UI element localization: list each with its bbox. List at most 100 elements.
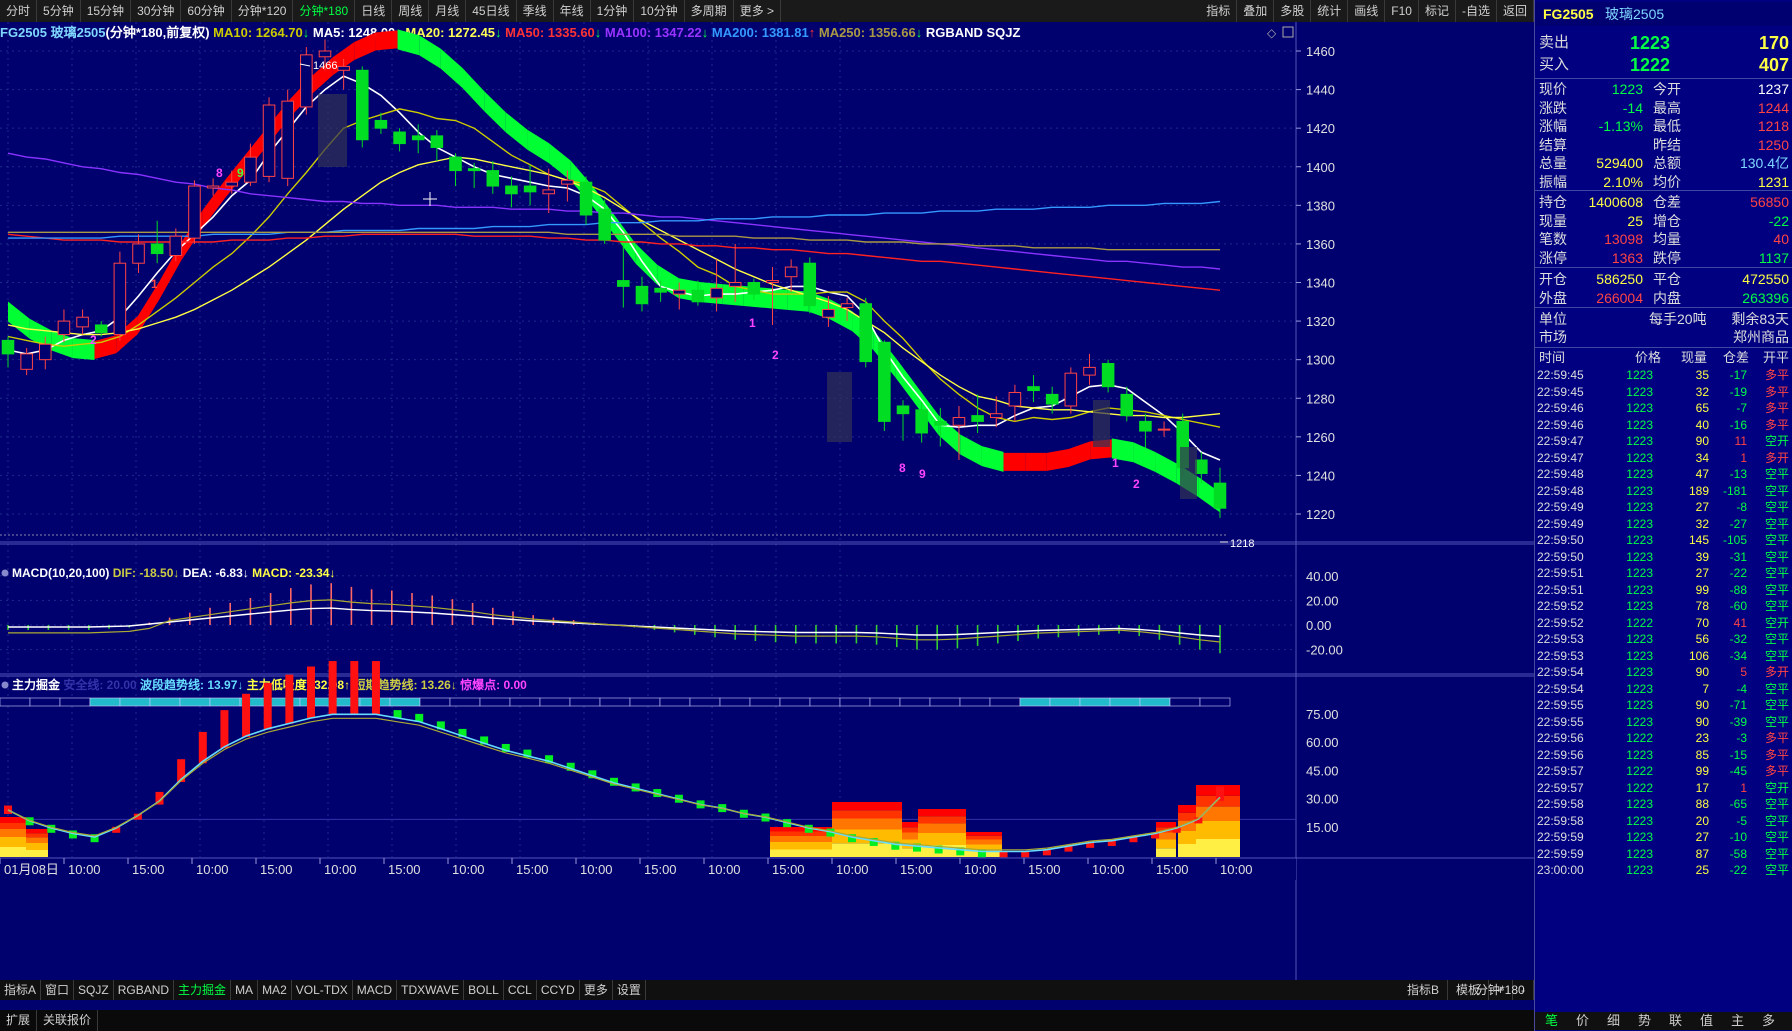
- ext-tab[interactable]: 关联报价: [37, 1010, 99, 1031]
- indicator-tab[interactable]: RGBAND: [114, 980, 175, 1000]
- indicator-tab[interactable]: 主力掘金: [174, 980, 232, 1000]
- candle-body: [505, 185, 518, 195]
- period-tab[interactable]: 季线: [517, 0, 554, 22]
- period-tab[interactable]: 分钟*180: [293, 0, 356, 22]
- period-tab[interactable]: 年线: [554, 0, 591, 22]
- indicator-tab[interactable]: CCL: [504, 980, 537, 1000]
- tick-cell: 1223: [1626, 368, 1653, 382]
- period-tab[interactable]: 60分钟: [181, 0, 232, 22]
- tick-cell: 189: [1688, 483, 1709, 498]
- tick-cell: 22:59:50: [1537, 533, 1584, 547]
- tick-cell: 空平: [1764, 500, 1789, 514]
- signal-cell: [629, 697, 661, 707]
- tick-cell: 22:59:53: [1537, 648, 1584, 663]
- tick-cell: 1223: [1626, 533, 1653, 547]
- tick-cell: 1223: [1626, 516, 1653, 531]
- tick-row: 22:59:58 1223 20 -5 空平: [1535, 813, 1792, 830]
- price-tick: 1340: [1306, 276, 1335, 291]
- panel-foot-tab[interactable]: 笔: [1545, 1012, 1558, 1030]
- tick-cell: -15: [1729, 747, 1747, 762]
- tick-cell: -27: [1729, 516, 1747, 531]
- period-tab[interactable]: 5分钟: [37, 0, 81, 22]
- period-tab[interactable]: 更多 >: [734, 0, 782, 22]
- remain-days: 剩余83天: [1731, 311, 1789, 327]
- kline-chart[interactable]: FG2505 玻璃2505(分钟*180,前复权) MA10: 1264.70↓…: [0, 22, 1534, 980]
- candle-body: [579, 181, 593, 216]
- indicator-tab-right[interactable]: 指标B: [1399, 980, 1448, 1000]
- candle-body: [728, 282, 742, 287]
- pos-label: 现量: [1539, 212, 1567, 229]
- candle-body: [225, 181, 239, 187]
- toolbar-button[interactable]: 画线: [1348, 0, 1386, 22]
- tick-cell: 空平: [1764, 863, 1789, 877]
- tick-cell: 1223: [1626, 714, 1653, 729]
- ext-tab[interactable]: 扩展: [0, 1010, 38, 1031]
- toolbar-button[interactable]: -自选: [1456, 0, 1497, 22]
- zljj-bar: [328, 661, 337, 715]
- tick-cell: 空平: [1764, 483, 1789, 498]
- tick-cell: 70: [1695, 615, 1709, 630]
- panel-foot-tab[interactable]: 值: [1700, 1012, 1713, 1030]
- panel-foot-tab[interactable]: 势: [1638, 1012, 1651, 1030]
- ma-arrow: ↑: [809, 25, 819, 40]
- period-tab[interactable]: 10分钟: [634, 0, 685, 22]
- candle-body: [150, 243, 164, 255]
- tick-cell: 65: [1695, 401, 1709, 415]
- indicator-tab[interactable]: 更多: [580, 980, 613, 1000]
- indicator-tab[interactable]: MACD: [353, 980, 398, 1000]
- tick-cell: -17: [1729, 368, 1747, 382]
- tick-header: 价格: [1635, 350, 1662, 365]
- panel-foot-tab[interactable]: 价: [1576, 1012, 1589, 1030]
- period-tab[interactable]: 日线: [355, 0, 393, 22]
- signal-cell: [389, 697, 421, 707]
- indicator-tab[interactable]: 窗口: [41, 980, 75, 1000]
- panel-title[interactable]: FG2505 玻璃2505: [1535, 2, 1792, 26]
- panel-foot-tab[interactable]: 联: [1669, 1012, 1682, 1030]
- indicator-tab[interactable]: CCYD: [537, 980, 580, 1000]
- panel-foot-tab[interactable]: 多: [1762, 1012, 1775, 1030]
- indicator-tab[interactable]: 设置: [613, 980, 646, 1000]
- divider: [1535, 190, 1792, 191]
- low-annotation: 1218: [1230, 538, 1254, 550]
- toolbar-button[interactable]: 多股: [1274, 0, 1312, 22]
- pyramid-block: [770, 831, 832, 836]
- quote-row: 笔数 13098 均量 40: [1535, 230, 1792, 248]
- signal-cell: [899, 697, 931, 707]
- indicator-tab[interactable]: BOLL: [464, 980, 504, 1000]
- tick-cell: -13: [1729, 467, 1747, 481]
- candle-body: [57, 320, 71, 336]
- signal-cell: [869, 697, 901, 707]
- toolbar-button[interactable]: F10: [1385, 0, 1419, 22]
- period-tab[interactable]: 分钟*120: [232, 0, 294, 22]
- toolbar-button[interactable]: 标记: [1419, 0, 1456, 22]
- tick-row: 22:59:49 1223 27 -8 空平: [1535, 499, 1792, 516]
- tick-cell: 空平: [1764, 846, 1789, 861]
- period-tab[interactable]: 45日线: [466, 0, 517, 22]
- toolbar-button[interactable]: 统计: [1311, 0, 1349, 22]
- panel-foot-tab[interactable]: 细: [1607, 1012, 1620, 1030]
- indicator-tab[interactable]: SQJZ: [74, 980, 114, 1000]
- period-tab[interactable]: 30分钟: [131, 0, 182, 22]
- panel-foot-tab[interactable]: 主: [1731, 1012, 1744, 1030]
- indicator-tab[interactable]: 指标A: [0, 980, 42, 1000]
- toolbar-button[interactable]: 返回: [1497, 0, 1534, 22]
- toolbar-button[interactable]: 指标: [1200, 0, 1238, 22]
- macd-dif: DIF: -18.50↓: [113, 566, 183, 580]
- period-tab[interactable]: 分时: [0, 0, 38, 22]
- period-tab[interactable]: 月线: [429, 0, 467, 22]
- tick-cell: 23: [1695, 731, 1709, 745]
- zljj-bar: [350, 661, 359, 715]
- period-tab[interactable]: 1分钟: [591, 0, 635, 22]
- indicator-tab[interactable]: VOL-TDX: [292, 980, 353, 1000]
- tick-cell: 22:59:56: [1537, 747, 1584, 762]
- toolbar-button[interactable]: 叠加: [1237, 0, 1275, 22]
- quote-value: 1250: [1757, 136, 1789, 153]
- time-tick: 01月08日: [4, 862, 59, 877]
- price-tick: 1240: [1306, 468, 1335, 483]
- period-tab[interactable]: 多周期: [685, 0, 734, 22]
- period-tab[interactable]: 15分钟: [81, 0, 132, 22]
- period-tab[interactable]: 周线: [392, 0, 430, 22]
- indicator-tab[interactable]: MA2: [258, 980, 292, 1000]
- indicator-tab[interactable]: TDXWAVE: [397, 980, 465, 1000]
- indicator-tab[interactable]: MA: [231, 980, 259, 1000]
